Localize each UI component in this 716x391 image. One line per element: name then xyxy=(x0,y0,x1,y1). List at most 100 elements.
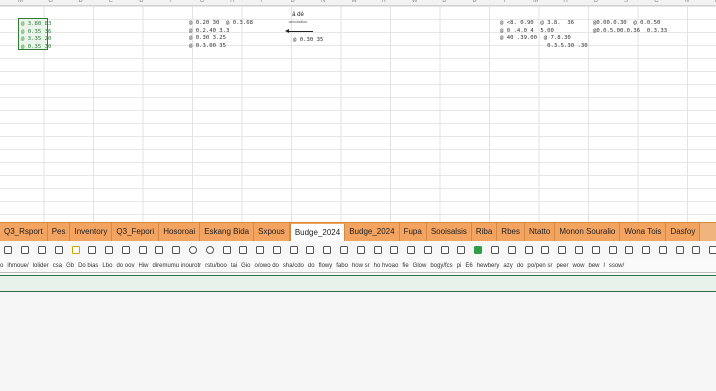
annotation-title: ä dé xyxy=(292,12,304,18)
column-header-7[interactable]: H xyxy=(230,0,234,4)
sort-icon[interactable] xyxy=(558,245,567,254)
sheet-tab-14[interactable]: Monon Souralio xyxy=(555,223,621,241)
display-icon[interactable] xyxy=(491,245,500,254)
sheet-tab-7[interactable]: Budge_2024 xyxy=(289,223,346,241)
sheet-tab-2[interactable]: Inventory xyxy=(70,223,113,241)
cell-block-b[interactable]: @ <8. 0.90 @ 3.8. 36 @ 0 .4.0 4 5.00 @ 4… xyxy=(500,20,588,50)
range-icon[interactable] xyxy=(692,245,701,254)
toolbar-label: fabo xyxy=(336,263,348,269)
sheet-tab-8[interactable]: Budge_2024 xyxy=(345,223,400,241)
alert-icon[interactable] xyxy=(54,245,63,254)
sheet-tab-5[interactable]: Eskang Bida xyxy=(200,223,255,241)
column-header-10[interactable]: N xyxy=(321,0,325,4)
box-icon[interactable] xyxy=(591,245,600,254)
sheet-tab-15[interactable]: Wona Tois xyxy=(620,223,667,241)
list-icon[interactable] xyxy=(541,245,550,254)
sheet-tab-11[interactable]: Riba xyxy=(471,223,498,241)
annotation-subtitle: annotation xyxy=(288,19,308,24)
status-icon[interactable] xyxy=(457,245,466,254)
column-header-17[interactable]: M xyxy=(533,0,538,4)
mail-icon[interactable] xyxy=(407,245,416,254)
cell-icon[interactable] xyxy=(356,245,365,254)
column-header-2[interactable]: B xyxy=(79,0,83,4)
clip-icon[interactable] xyxy=(507,245,516,254)
format-icon[interactable] xyxy=(155,245,164,254)
column-header-12[interactable]: R xyxy=(382,0,386,4)
clock-icon[interactable] xyxy=(709,245,716,254)
column-header-13[interactable]: W xyxy=(412,0,418,4)
sheet-tab-3[interactable]: Q3_Fepori xyxy=(112,223,160,241)
column-header-4[interactable]: D xyxy=(139,0,143,4)
column-header-0[interactable]: M xyxy=(18,0,23,4)
sheet-tab-9[interactable]: Fupa xyxy=(399,223,427,241)
column-header-16[interactable]: T xyxy=(503,0,507,4)
toolbar-label: Glow xyxy=(412,263,427,269)
selected-cell-range[interactable]: @ 3.80 83 @ 0.35 36 @ 3.35 20 @ 0.35 30 xyxy=(18,18,51,50)
save-icon[interactable] xyxy=(256,245,265,254)
column-header-22[interactable]: N xyxy=(685,0,689,4)
sheet-tab-13[interactable]: Ntatto xyxy=(524,223,556,241)
star-icon[interactable] xyxy=(642,245,651,254)
green-dot-icon[interactable] xyxy=(474,245,483,254)
bold-icon[interactable] xyxy=(21,245,30,254)
chat-icon[interactable] xyxy=(340,245,349,254)
spreadsheet-grid[interactable]: MGBEDFGHIBNWRWDBTMHDSCNE @ 3.80 83 @ 0.3… xyxy=(0,0,716,222)
toolbar-label: lolider xyxy=(32,263,49,269)
view-icon[interactable] xyxy=(440,245,449,254)
document-icon[interactable] xyxy=(138,245,147,254)
toolbar-label: Gb xyxy=(66,263,75,269)
comment-icon[interactable] xyxy=(105,245,114,254)
column-header-1[interactable]: G xyxy=(48,0,53,4)
tag-icon[interactable] xyxy=(306,245,315,254)
column-header-11[interactable]: W xyxy=(351,0,357,4)
column-header-6[interactable]: G xyxy=(200,0,205,4)
column-header-9[interactable]: B xyxy=(291,0,295,4)
column-header-5[interactable]: F xyxy=(170,0,174,4)
sheet-tab-4[interactable]: Hosoroai xyxy=(159,223,201,241)
camera-icon[interactable] xyxy=(390,245,399,254)
note-icon[interactable] xyxy=(524,245,533,254)
text-icon[interactable] xyxy=(222,245,231,254)
grid-icon[interactable] xyxy=(172,245,181,254)
workbook-footer: Q3_Rsport Pes Inventory Q3_Fepori Hosoroai Es… xyxy=(0,222,716,391)
filter-icon[interactable] xyxy=(323,245,332,254)
sheet-tab-6[interactable]: Sxpous xyxy=(254,223,290,241)
cell-block-c[interactable]: @0.00.0.30 @ 0.0.50 @0.0.5.00.0.36 0.3.3… xyxy=(593,20,667,35)
circle-icon[interactable] xyxy=(188,245,197,254)
sheet-tab-12[interactable]: Rbes xyxy=(497,223,525,241)
divider xyxy=(0,272,716,273)
chart-icon[interactable] xyxy=(37,245,46,254)
pie-icon[interactable] xyxy=(574,245,583,254)
layout-icon[interactable] xyxy=(423,245,432,254)
toolbar-label: wow xyxy=(572,263,585,269)
frame-icon[interactable] xyxy=(239,245,248,254)
bar-icon[interactable] xyxy=(658,245,667,254)
paste-icon[interactable] xyxy=(272,245,281,254)
column-header-8[interactable]: I xyxy=(260,0,262,4)
column-header-14[interactable]: D xyxy=(442,0,446,4)
sheet-tab-1[interactable]: Pes xyxy=(47,223,71,241)
image-icon[interactable] xyxy=(71,245,80,254)
sheet-tab-0[interactable]: Q3_Rsport xyxy=(0,223,48,241)
column-header-21[interactable]: C xyxy=(654,0,658,4)
page-icon[interactable] xyxy=(373,245,382,254)
column-header-20[interactable]: S xyxy=(624,0,628,4)
print-icon[interactable] xyxy=(608,245,617,254)
shape-icon[interactable] xyxy=(205,245,214,254)
column-header-18[interactable]: H xyxy=(563,0,567,4)
folder-icon[interactable] xyxy=(625,245,634,254)
column-header-15[interactable]: B xyxy=(473,0,477,4)
sum-icon[interactable] xyxy=(675,245,684,254)
sheet-tab-10[interactable]: Sooisalsis xyxy=(426,223,472,241)
cell-block-a[interactable]: @ 0.20 30 @ 0.3.68 @ 0.2.40 3.3 @ 0.30 3… xyxy=(189,20,253,50)
column-header-3[interactable]: E xyxy=(109,0,113,4)
sheet-tab-16[interactable]: Dasfoy xyxy=(666,223,701,241)
toolbar-label: sha/cdo xyxy=(282,263,304,269)
file-icon[interactable] xyxy=(4,245,13,254)
link-icon[interactable] xyxy=(289,245,298,254)
copy-icon[interactable] xyxy=(121,245,130,254)
left-arrow-icon xyxy=(285,29,313,33)
table-icon[interactable] xyxy=(88,245,97,254)
column-header-19[interactable]: D xyxy=(594,0,598,4)
toolbar-label: l xyxy=(603,263,605,269)
